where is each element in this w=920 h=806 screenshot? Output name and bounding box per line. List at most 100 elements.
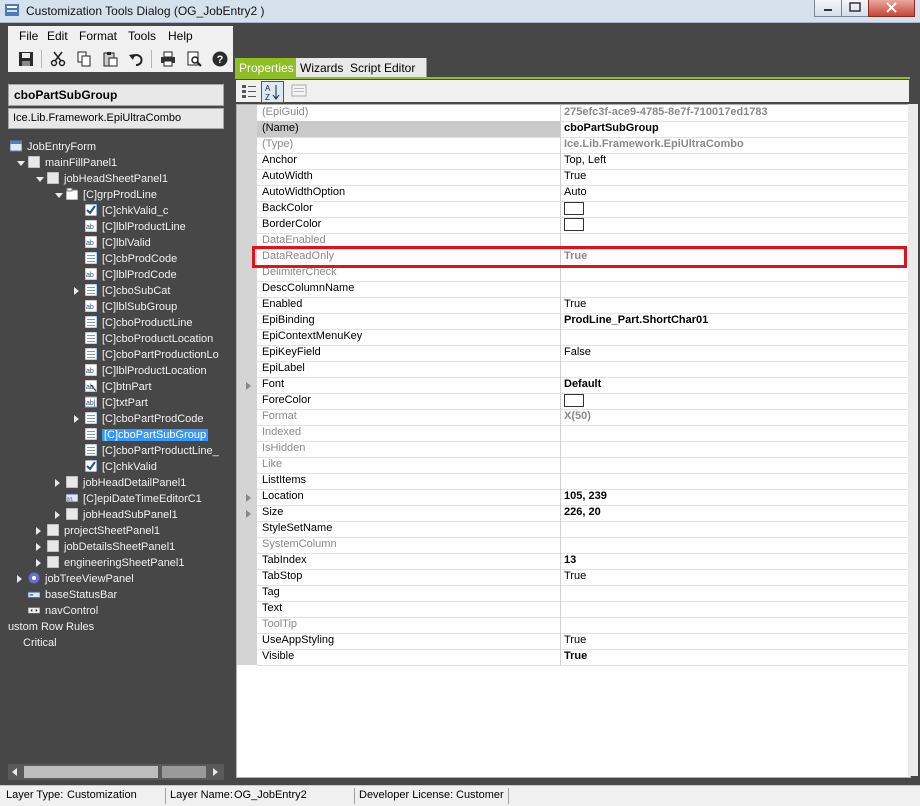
- expand-arrow-icon[interactable]: [74, 415, 79, 423]
- property-row[interactable]: SystemColumn: [237, 537, 910, 554]
- property-value[interactable]: Auto: [564, 186, 587, 198]
- tree-node[interactable]: ab [C]lblValid: [85, 235, 151, 251]
- property-row[interactable]: Font Default: [237, 377, 910, 394]
- property-value[interactable]: 105, 239: [564, 490, 607, 502]
- copy-button[interactable]: [74, 49, 94, 69]
- tree-node[interactable]: [C]cboPartProdCode: [85, 411, 204, 427]
- color-swatch[interactable]: [564, 202, 584, 215]
- menu-file[interactable]: File: [19, 29, 38, 43]
- undo-button[interactable]: [126, 49, 146, 69]
- menu-format[interactable]: Format: [79, 29, 117, 43]
- property-row[interactable]: Format X(50): [237, 409, 910, 426]
- tree-node[interactable]: ab [C]lblProductLocation: [85, 363, 207, 379]
- property-row[interactable]: ForeColor: [237, 393, 910, 410]
- property-row[interactable]: (EpiGuid) 275efc3f-ace9-4785-8e7f-710017e…: [237, 105, 910, 122]
- grid-vertical-scrollbar[interactable]: [908, 104, 918, 776]
- property-value[interactable]: [564, 394, 584, 409]
- property-row[interactable]: Location 105, 239: [237, 489, 910, 506]
- tree-node[interactable]: [C]chkValid: [85, 459, 157, 475]
- tree-node[interactable]: [C]cbProdCode: [85, 251, 177, 267]
- property-row[interactable]: BorderColor: [237, 217, 910, 234]
- property-row[interactable]: EpiKeyField False: [237, 345, 910, 362]
- control-tree[interactable]: JobEntryForm mainFillPanel1 jobHeadSheetPa…: [8, 137, 224, 762]
- tree-node[interactable]: ab [C]lblSubGroup: [85, 299, 177, 315]
- property-row[interactable]: ToolTip: [237, 617, 910, 634]
- color-swatch[interactable]: [564, 218, 584, 231]
- cut-button[interactable]: [48, 49, 68, 69]
- property-row[interactable]: Indexed: [237, 425, 910, 442]
- expand-arrow-icon[interactable]: [36, 559, 41, 567]
- property-row[interactable]: TabIndex 13: [237, 553, 910, 570]
- property-row[interactable]: Size 226, 20: [237, 505, 910, 522]
- tree-horizontal-scrollbar[interactable]: [8, 764, 224, 780]
- property-row[interactable]: UseAppStyling True: [237, 633, 910, 650]
- expand-arrow-icon[interactable]: [246, 494, 251, 502]
- tree-node[interactable]: [C]cboPartProductLine_: [85, 443, 219, 459]
- property-value[interactable]: True: [564, 298, 586, 310]
- tree-node[interactable]: projectSheetPanel1: [47, 523, 160, 539]
- property-value[interactable]: ProdLine_Part.ShortChar01: [564, 314, 708, 326]
- property-row[interactable]: DescColumnName: [237, 281, 910, 298]
- property-value[interactable]: True: [564, 570, 586, 582]
- property-row[interactable]: AutoWidth True: [237, 169, 910, 186]
- property-row[interactable]: Enabled True: [237, 297, 910, 314]
- tree-node[interactable]: jobTreeViewPanel: [28, 571, 134, 587]
- property-value[interactable]: 226, 20: [564, 506, 601, 518]
- menu-edit[interactable]: Edit: [47, 29, 68, 43]
- property-value[interactable]: True: [564, 170, 586, 182]
- expand-arrow-icon[interactable]: [55, 511, 60, 519]
- property-row[interactable]: Anchor Top, Left: [237, 153, 910, 170]
- property-value[interactable]: [564, 202, 584, 217]
- tree-node[interactable]: engineeringSheetPanel1: [47, 555, 185, 571]
- collapse-arrow-icon[interactable]: [55, 193, 63, 198]
- tab-properties[interactable]: Properties: [235, 58, 300, 78]
- tab-script-editor[interactable]: Script Editor: [346, 58, 427, 78]
- tree-node[interactable]: ab| [C]txtPart: [85, 395, 148, 411]
- maximize-button[interactable]: [841, 0, 869, 17]
- scroll-right-icon[interactable]: [210, 767, 220, 777]
- property-row[interactable]: ListItems: [237, 473, 910, 490]
- property-grid[interactable]: (EpiGuid) 275efc3f-ace9-4785-8e7f-710017e…: [236, 104, 911, 778]
- property-value[interactable]: cboPartSubGroup: [564, 122, 659, 134]
- menu-help[interactable]: Help: [168, 29, 193, 43]
- tree-node[interactable]: baseStatusBar: [28, 587, 117, 603]
- tree-node[interactable]: JobEntryForm: [10, 139, 96, 155]
- tree-node[interactable]: mainFillPanel1: [28, 155, 117, 171]
- property-row[interactable]: IsHidden: [237, 441, 910, 458]
- expand-arrow-icon[interactable]: [36, 527, 41, 535]
- property-value[interactable]: True: [564, 634, 586, 646]
- save-button[interactable]: [16, 49, 36, 69]
- property-row[interactable]: EpiContextMenuKey: [237, 329, 910, 346]
- expand-arrow-icon[interactable]: [74, 287, 79, 295]
- print-preview-button[interactable]: [184, 49, 204, 69]
- minimize-button[interactable]: [814, 0, 842, 17]
- paste-button[interactable]: [100, 49, 120, 69]
- tree-node[interactable]: [C]cboProductLine: [85, 315, 193, 331]
- property-value[interactable]: Top, Left: [564, 154, 606, 166]
- property-row[interactable]: BackColor: [237, 201, 910, 218]
- tree-node[interactable]: jobDetailsSheetPanel1: [47, 539, 175, 555]
- property-row[interactable]: Like: [237, 457, 910, 474]
- property-row[interactable]: StyleSetName: [237, 521, 910, 538]
- tree-node[interactable]: [C]cboSubCat: [85, 283, 170, 299]
- tree-node[interactable]: [C]cboPartProductionLo: [85, 347, 219, 363]
- tree-node[interactable]: jobHeadSubPanel1: [66, 507, 178, 523]
- tree-node[interactable]: navControl: [28, 603, 98, 619]
- property-value[interactable]: False: [564, 346, 591, 358]
- property-row[interactable]: (Type) Ice.Lib.Framework.EpiUltraCombo: [237, 137, 910, 154]
- property-row[interactable]: EpiBinding ProdLine_Part.ShortChar01: [237, 313, 910, 330]
- scroll-left-icon[interactable]: [10, 767, 20, 777]
- property-row[interactable]: AutoWidthOption Auto: [237, 185, 910, 202]
- tree-node[interactable]: jobHeadSheetPanel1: [47, 171, 168, 187]
- collapse-arrow-icon[interactable]: [17, 161, 25, 166]
- tree-node[interactable]: Custom Row Rules: [8, 619, 94, 635]
- alphabetical-button[interactable]: AZ: [261, 81, 284, 103]
- property-row[interactable]: Visible True: [237, 649, 910, 666]
- property-pages-button[interactable]: [290, 83, 308, 99]
- help-button[interactable]: ?: [210, 49, 230, 69]
- tree-node[interactable]: ab [C]btnPart: [85, 379, 152, 395]
- property-row[interactable]: EpiLabel: [237, 361, 910, 378]
- tree-node[interactable]: [C]grpProdLine: [66, 187, 157, 203]
- tree-node[interactable]: ab [C]lblProdCode: [85, 267, 177, 283]
- collapse-arrow-icon[interactable]: [36, 177, 44, 182]
